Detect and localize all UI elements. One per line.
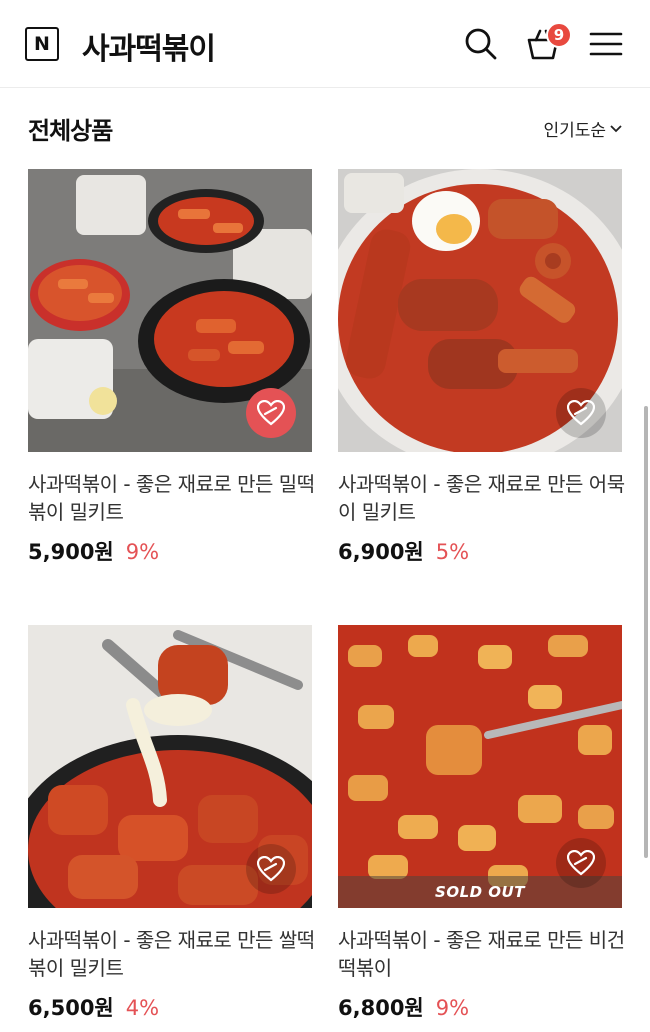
heart-icon bbox=[257, 400, 285, 426]
product-price: 6,800원 bbox=[338, 996, 424, 1020]
product-card[interactable]: 사과떡볶이 - 좋은 재료로 만든 밀떡볶이 밀키트 5,900원 9% bbox=[28, 169, 315, 566]
product-name[interactable]: 사과떡볶이 - 좋은 재료로 만든 쌀떡볶이 밀키트 bbox=[28, 926, 328, 982]
menu-icon[interactable] bbox=[588, 26, 624, 62]
product-image[interactable] bbox=[28, 169, 312, 452]
product-discount: 5% bbox=[435, 540, 470, 564]
heart-icon bbox=[257, 856, 285, 882]
app-header: N 사과떡볶이 9 bbox=[0, 0, 650, 88]
brand-title[interactable]: 사과떡볶이 bbox=[82, 24, 216, 68]
product-image[interactable] bbox=[28, 625, 312, 908]
heart-icon bbox=[567, 850, 595, 876]
product-discount: 9% bbox=[435, 996, 470, 1020]
sort-dropdown[interactable]: 인기도순 bbox=[543, 116, 622, 141]
sort-label: 인기도순 bbox=[543, 121, 606, 141]
product-price: 5,900원 bbox=[28, 540, 114, 564]
chevron-down-icon bbox=[610, 124, 622, 132]
scrollbar[interactable] bbox=[644, 406, 648, 858]
wishlist-button[interactable] bbox=[556, 838, 606, 888]
product-price: 6,900원 bbox=[338, 540, 424, 564]
heart-icon bbox=[567, 400, 595, 426]
product-image[interactable]: SOLD OUT bbox=[338, 625, 622, 908]
section-title: 전체상품 bbox=[28, 117, 113, 145]
product-name[interactable]: 사과떡볶이 - 좋은 재료로 만든 비건떡볶이 bbox=[338, 926, 638, 982]
cart-count-badge: 9 bbox=[546, 22, 572, 48]
product-name[interactable]: 사과떡볶이 - 좋은 재료로 만든 밀떡볶이 밀키트 bbox=[28, 470, 328, 526]
logo-icon[interactable]: N bbox=[25, 27, 59, 61]
product-image[interactable] bbox=[338, 169, 622, 452]
product-card[interactable]: SOLD OUT 사과떡볶이 - 좋은 재료로 만든 비건떡볶이 6,800원 … bbox=[338, 625, 625, 1022]
product-discount: 4% bbox=[125, 996, 160, 1020]
product-card[interactable]: 사과떡볶이 - 좋은 재료로 만든 쌀떡볶이 밀키트 6,500원 4% bbox=[28, 625, 315, 1022]
product-price: 6,500원 bbox=[28, 996, 114, 1020]
search-icon[interactable] bbox=[463, 26, 499, 62]
product-name[interactable]: 사과떡볶이 - 좋은 재료로 만든 어묵이 밀키트 bbox=[338, 470, 638, 526]
wishlist-button[interactable] bbox=[246, 844, 296, 894]
product-discount: 9% bbox=[125, 540, 160, 564]
product-card[interactable]: 사과떡볶이 - 좋은 재료로 만든 어묵이 밀키트 6,900원 5% bbox=[338, 169, 625, 566]
wishlist-button[interactable] bbox=[246, 388, 296, 438]
wishlist-button[interactable] bbox=[556, 388, 606, 438]
